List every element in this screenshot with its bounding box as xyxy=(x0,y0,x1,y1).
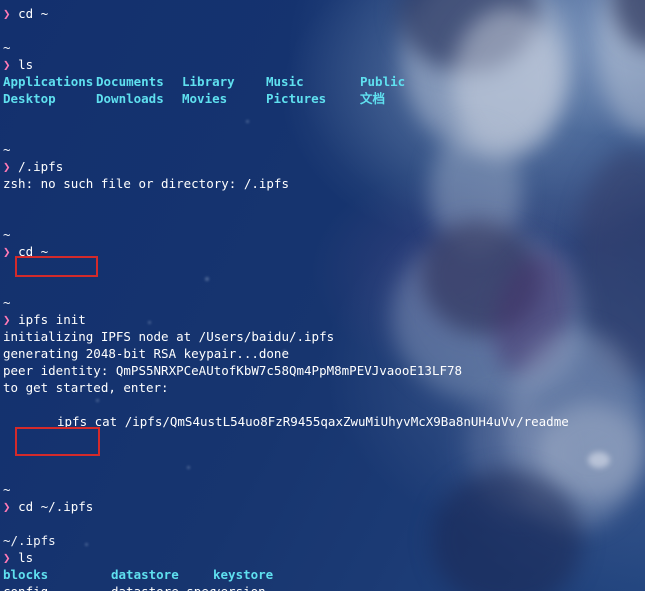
ls-entry-datastore: datastore xyxy=(111,567,179,582)
ls-output-row: configdatastore_specversion xyxy=(3,583,645,591)
prompt-path: ~ xyxy=(3,482,11,497)
ls-entry-keystore: keystore xyxy=(213,567,274,582)
ls-entry-movies: Movies xyxy=(182,91,228,106)
command-text: cd ~/.ipfs xyxy=(18,499,94,514)
terminal-line-command: ❯ ls xyxy=(3,549,645,566)
terminal-output-get-started: to get started, enter: xyxy=(3,380,169,395)
terminal-line-command: ❯ cd ~ xyxy=(3,243,645,260)
terminal-output-peer-identity: peer identity: QmPS5NRXPCeAUtofKbW7c58Qm… xyxy=(3,363,463,378)
command-text: ipfs init xyxy=(18,312,86,327)
ls-entry-library: Library xyxy=(182,74,235,89)
prompt-arrow-icon: ❯ xyxy=(3,499,11,514)
ls-entry-desktop: Desktop xyxy=(3,91,56,106)
ls-entry-public: Public xyxy=(360,74,406,89)
terminal-line-command-ipfs-init: ❯ ipfs init xyxy=(3,311,645,328)
prompt-arrow-icon: ❯ xyxy=(3,312,11,327)
prompt-arrow-icon: ❯ xyxy=(3,159,11,174)
ls-entry-wendang: 文档 xyxy=(360,91,386,106)
command-text: ls xyxy=(18,57,34,72)
terminal-output-ipfs-cat-hint: ipfs cat /ipfs/QmS4ustL54uo8FzR9455qaxZw… xyxy=(57,414,569,429)
prompt-path: ~ xyxy=(3,40,11,55)
prompt-path: ~ xyxy=(3,295,11,310)
command-text: cd ~ xyxy=(18,6,49,21)
prompt-path: ~ xyxy=(3,142,11,157)
command-text: /.ipfs xyxy=(18,159,64,174)
prompt-path: ~/.ipfs xyxy=(3,533,56,548)
prompt-arrow-icon: ❯ xyxy=(3,244,11,259)
ls-entry-config: config xyxy=(3,583,111,591)
ls-entry-datastore-spec: datastore_spec xyxy=(111,583,216,591)
terminal-line-command-cd-ipfs: ❯ cd ~/.ipfs xyxy=(3,498,645,515)
prompt-arrow-icon: ❯ xyxy=(3,57,11,72)
prompt-path: ~ xyxy=(3,227,11,242)
prompt-arrow-icon: ❯ xyxy=(3,6,11,21)
ls-entry-blocks: blocks xyxy=(3,567,49,582)
ls-entry-pictures: Pictures xyxy=(266,91,327,106)
terminal-error-output: zsh: no such file or directory: /.ipfs xyxy=(3,176,289,191)
ls-entry-applications: Applications xyxy=(3,74,94,89)
terminal-line-command: ❯ /.ipfs xyxy=(3,158,645,175)
terminal-output-initializing: initializing IPFS node at /Users/baidu/.… xyxy=(3,329,335,344)
ls-output-row: Applications Documents Library Music Public xyxy=(3,73,645,90)
terminal-output-keypair: generating 2048-bit RSA keypair...done xyxy=(3,346,289,361)
ls-entry-documents: Documents xyxy=(96,74,164,89)
prompt-arrow-icon: ❯ xyxy=(3,550,11,565)
terminal-line-command: ❯ cd ~ xyxy=(3,5,645,22)
ls-entry-music: Music xyxy=(266,74,304,89)
terminal-output-area[interactable]: ❯ cd ~ ~ ❯ ls Applications Documents Libra… xyxy=(0,0,645,591)
ls-output-row: Desktop Downloads Movies Pictures 文档 xyxy=(3,90,645,107)
command-text: ls xyxy=(18,550,34,565)
command-text: cd ~ xyxy=(18,244,49,259)
terminal-line-command: ❯ ls xyxy=(3,56,645,73)
ls-entry-version: version xyxy=(213,584,266,591)
ls-entry-downloads: Downloads xyxy=(96,91,164,106)
ls-output-row: blocks datastore keystore xyxy=(3,566,645,583)
terminal-window[interactable]: ❯ cd ~ ~ ❯ ls Applications Documents Libra… xyxy=(0,0,645,591)
